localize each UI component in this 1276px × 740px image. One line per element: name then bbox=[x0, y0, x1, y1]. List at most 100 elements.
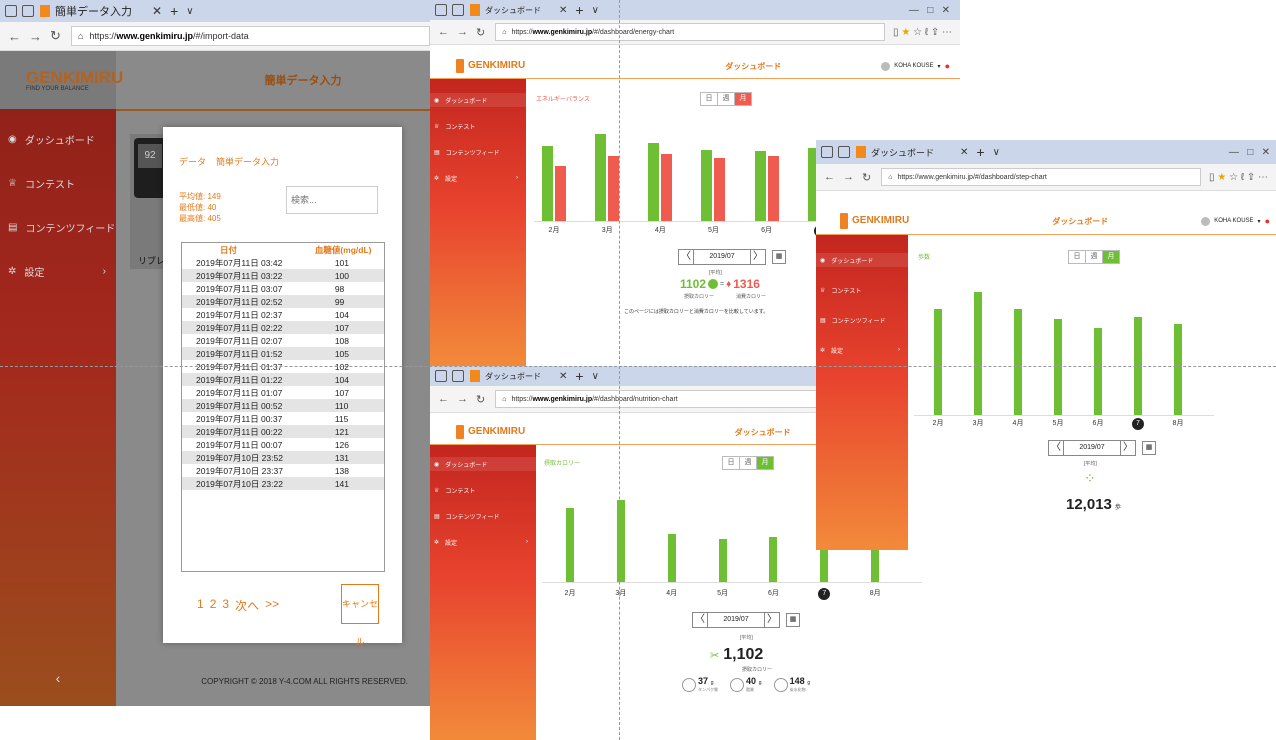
period-week[interactable]: 週 bbox=[1086, 251, 1103, 263]
tab-easy-input[interactable]: 簡単データ入力 bbox=[216, 155, 279, 172]
new-tab-icon[interactable]: + bbox=[575, 2, 583, 18]
close-tab-icon[interactable]: ✕ bbox=[152, 4, 162, 18]
tab-title[interactable]: 簡単データ入力 bbox=[55, 3, 132, 19]
table-row[interactable]: 2019年07月11日 00:07 126 bbox=[182, 438, 384, 451]
close-tab-icon[interactable]: ✕ bbox=[559, 371, 567, 382]
table-row[interactable]: 2019年07月11日 02:22 107 bbox=[182, 321, 384, 334]
table-row[interactable]: 2019年07月11日 03:42 101 bbox=[182, 256, 384, 269]
tab-icon-2[interactable] bbox=[22, 5, 34, 17]
tab-icon-2[interactable] bbox=[838, 146, 850, 158]
table-row[interactable]: 2019年07月11日 00:22 121 bbox=[182, 425, 384, 438]
period-day[interactable]: 日 bbox=[723, 457, 740, 469]
prev-month-button[interactable]: 〈 bbox=[692, 612, 708, 628]
chevron-down-icon[interactable]: ∨ bbox=[993, 147, 1000, 158]
sidebar-item-dashboard[interactable]: ◉ ダッシュボード bbox=[816, 253, 908, 267]
chevron-down-icon[interactable]: ∨ bbox=[592, 371, 599, 382]
url-field[interactable]: ⌂ https://www.genkimiru.jp/#/dashboard/e… bbox=[495, 23, 886, 41]
refresh-icon[interactable]: ↻ bbox=[50, 28, 61, 44]
sidebar-item-contest[interactable]: ♕ コンテスト bbox=[816, 283, 908, 297]
forward-icon[interactable]: → bbox=[457, 393, 468, 405]
browser-tools[interactable]: ▯ ★ ☆ ℓ ⇪ ⋯ bbox=[1209, 172, 1268, 183]
page-next[interactable]: 次へ bbox=[235, 597, 259, 614]
sidebar-item-settings[interactable]: ✲ 設定 › bbox=[430, 535, 536, 549]
table-row[interactable]: 2019年07月11日 00:52 110 bbox=[182, 399, 384, 412]
tab-icon-2[interactable] bbox=[452, 370, 464, 382]
table-row[interactable]: 2019年07月10日 23:22 141 bbox=[182, 477, 384, 490]
calendar-icon[interactable]: ▦ bbox=[772, 250, 786, 264]
col-glucose[interactable]: 血糖値(mg/dL) bbox=[301, 243, 384, 256]
sidebar-item-settings[interactable]: ✲ 設定 › bbox=[0, 259, 116, 283]
tab-title[interactable]: ダッシュボード bbox=[485, 371, 541, 382]
user-menu[interactable]: KOHA KOUSE ▾ ● bbox=[881, 61, 950, 71]
table-row[interactable]: 2019年07月11日 01:22 104 bbox=[182, 373, 384, 386]
period-week[interactable]: 週 bbox=[718, 93, 735, 105]
sidebar-item-settings[interactable]: ✲ 設定 › bbox=[816, 343, 908, 357]
page-1[interactable]: 1 bbox=[197, 597, 204, 614]
table-row[interactable]: 2019年07月11日 01:07 107 bbox=[182, 386, 384, 399]
tab-title[interactable]: ダッシュボード bbox=[871, 146, 934, 159]
url-field[interactable]: ⌂ https://www.genkimiru.jp/#/dashboard/s… bbox=[881, 168, 1202, 186]
sidebar-item-contest[interactable]: ♕ コンテスト bbox=[430, 119, 526, 133]
sidebar-item-dashboard[interactable]: ◉ ダッシュボード bbox=[430, 457, 536, 471]
forward-icon[interactable]: → bbox=[843, 171, 854, 183]
tab-icon[interactable] bbox=[435, 370, 447, 382]
period-day[interactable]: 日 bbox=[1069, 251, 1086, 263]
close-tab-icon[interactable]: ✕ bbox=[559, 5, 567, 16]
chevron-down-icon[interactable]: ∨ bbox=[592, 5, 599, 16]
tab-icon[interactable] bbox=[5, 5, 17, 17]
url-field[interactable]: ⌂ https://www.genkimiru.jp/#/import-data bbox=[70, 26, 430, 46]
tab-icon-2[interactable] bbox=[452, 4, 464, 16]
period-month[interactable]: 月 bbox=[757, 457, 773, 469]
user-menu[interactable]: KOHA KOUSE ▾ ● bbox=[1201, 216, 1270, 226]
table-row[interactable]: 2019年07月11日 02:07 108 bbox=[182, 334, 384, 347]
tab-title[interactable]: ダッシュボード bbox=[485, 5, 541, 16]
next-month-button[interactable]: 〉 bbox=[764, 612, 780, 628]
period-day[interactable]: 日 bbox=[701, 93, 718, 105]
page-3[interactable]: 3 bbox=[222, 597, 229, 614]
forward-icon[interactable]: → bbox=[29, 29, 42, 44]
window-controls[interactable]: — □ ✕ bbox=[909, 5, 950, 16]
next-month-button[interactable]: 〉 bbox=[1120, 440, 1136, 456]
sidebar-item-settings[interactable]: ✲ 設定 › bbox=[430, 171, 526, 185]
sidebar-item-feed[interactable]: ▤ コンテンツフィード bbox=[816, 313, 908, 327]
table-row[interactable]: 2019年07月10日 23:52 131 bbox=[182, 451, 384, 464]
table-row[interactable]: 2019年07月11日 00:37 115 bbox=[182, 412, 384, 425]
tab-icon[interactable] bbox=[435, 4, 447, 16]
period-month[interactable]: 月 bbox=[735, 93, 751, 105]
forward-icon[interactable]: → bbox=[457, 26, 468, 38]
cancel-button[interactable]: キャンセル bbox=[341, 584, 379, 647]
prev-month-button[interactable]: 〈 bbox=[1048, 440, 1064, 456]
new-tab-icon[interactable]: + bbox=[170, 3, 178, 19]
month-value[interactable]: 2019/07 bbox=[708, 612, 764, 628]
sidebar-item-contest[interactable]: ♕ コンテスト bbox=[0, 171, 116, 195]
prev-month-button[interactable]: 〈 bbox=[678, 249, 694, 265]
period-week[interactable]: 週 bbox=[740, 457, 757, 469]
close-tab-icon[interactable]: ✕ bbox=[960, 147, 968, 158]
sidebar-item-dashboard[interactable]: ◉ ダッシュボード bbox=[0, 127, 116, 151]
search-input[interactable] bbox=[286, 186, 378, 214]
refresh-icon[interactable]: ↻ bbox=[862, 171, 871, 184]
back-icon[interactable]: ← bbox=[438, 26, 449, 38]
sidebar-collapse-button[interactable]: ‹ bbox=[0, 670, 116, 686]
calendar-icon[interactable]: ▦ bbox=[1142, 441, 1156, 455]
col-date[interactable]: 日付 bbox=[182, 243, 301, 256]
table-row[interactable]: 2019年07月11日 03:07 98 bbox=[182, 282, 384, 295]
refresh-icon[interactable]: ↻ bbox=[476, 26, 485, 39]
sidebar-item-feed[interactable]: ▤ コンテンツフィード bbox=[0, 215, 116, 239]
sidebar-item-contest[interactable]: ♕ コンテスト bbox=[430, 483, 536, 497]
new-tab-icon[interactable]: + bbox=[575, 368, 583, 384]
table-row[interactable]: 2019年07月11日 01:52 105 bbox=[182, 347, 384, 360]
month-value[interactable]: 2019/07 bbox=[694, 249, 750, 265]
browser-tools[interactable]: ▯ ★ ☆ ℓ ⇪ ⋯ bbox=[893, 27, 952, 38]
tab-data[interactable]: データ bbox=[179, 155, 206, 172]
new-tab-icon[interactable]: + bbox=[976, 144, 984, 160]
page-last[interactable]: >> bbox=[265, 597, 279, 614]
month-value[interactable]: 2019/07 bbox=[1064, 440, 1120, 456]
next-month-button[interactable]: 〉 bbox=[750, 249, 766, 265]
period-month[interactable]: 月 bbox=[1103, 251, 1119, 263]
sidebar-item-feed[interactable]: ▤ コンテンツフィード bbox=[430, 145, 526, 159]
back-icon[interactable]: ← bbox=[824, 171, 835, 183]
table-row[interactable]: 2019年07月11日 03:22 100 bbox=[182, 269, 384, 282]
calendar-icon[interactable]: ▦ bbox=[786, 613, 800, 627]
table-row[interactable]: 2019年07月11日 02:37 104 bbox=[182, 308, 384, 321]
